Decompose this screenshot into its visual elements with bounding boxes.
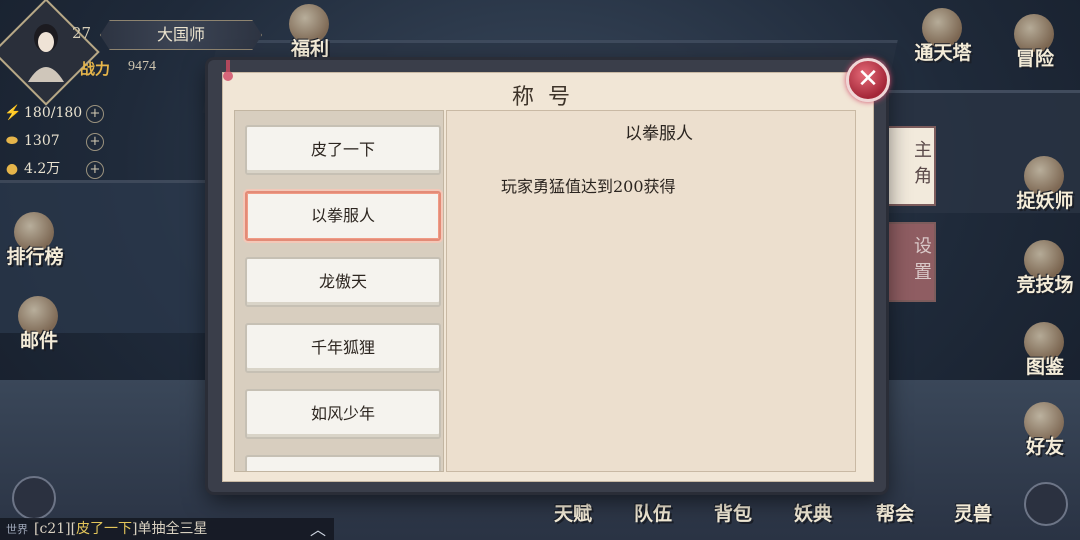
power-value: 9474 (128, 59, 156, 74)
title-detail: 以拳服人 玩家勇猛值达到200获得 (446, 110, 856, 472)
bag-button[interactable]: 背包 (700, 494, 766, 534)
adventure-button[interactable]: 冒险 (1000, 14, 1070, 74)
welfare-button[interactable]: 福利 (275, 4, 345, 64)
friends-label: 好友 (1025, 436, 1064, 458)
spirit-beast-button[interactable]: 灵兽 (940, 494, 1006, 534)
coin-value: 4.2万 (24, 161, 61, 177)
ingot-icon: ⬬ (6, 133, 18, 149)
close-button[interactable]: ✕ (846, 58, 890, 102)
tower-button[interactable]: 通天塔 (908, 8, 978, 68)
team-button[interactable]: 队伍 (620, 494, 686, 534)
demon-book-button[interactable]: 妖典 (780, 494, 846, 534)
title-item[interactable]: 龙傲天 (245, 257, 441, 307)
player-level: 27 (72, 24, 92, 42)
add-ingot-button[interactable]: + (86, 133, 104, 151)
avatar[interactable] (22, 18, 70, 82)
tab-protagonist[interactable]: 主角 (888, 126, 936, 206)
chat-bar[interactable]: 世界 [c21][皮了一下]单抽全三星 (0, 518, 334, 540)
title-item[interactable]: 皮了一下 (245, 125, 441, 175)
tower-label: 通天塔 (914, 42, 972, 64)
chat-message: ]单抽全三星 (132, 521, 208, 537)
codex-button[interactable]: 图鉴 (1010, 322, 1080, 382)
dialog-title: 称号 (511, 85, 584, 110)
title-item[interactable]: 如风少年 (245, 389, 441, 439)
ranking-button[interactable]: 排行榜 (0, 212, 70, 272)
talent-button[interactable]: 天赋 (540, 494, 606, 534)
lightning-icon: ⚡ (4, 105, 22, 121)
chevron-up-icon[interactable]: ︿ (310, 516, 326, 540)
demon-hunter-label: 捉妖师 (1016, 190, 1074, 212)
player-title: 大国师 (100, 20, 262, 50)
home-button[interactable] (12, 476, 56, 520)
title-item-selected[interactable]: 以拳服人 (245, 191, 441, 241)
title-item[interactable]: 千年狐狸 (245, 323, 441, 373)
adventure-label: 冒险 (1015, 48, 1054, 70)
codex-label: 图鉴 (1025, 356, 1064, 378)
chat-user[interactable]: 皮了一下 (76, 521, 132, 537)
coin-icon: ● (5, 161, 19, 177)
mail-label: 邮件 (19, 330, 58, 352)
chat-channel: 世界 (6, 523, 28, 536)
add-coin-button[interactable]: + (86, 161, 104, 179)
ranking-label: 排行榜 (6, 246, 64, 268)
tab-settings[interactable]: 设置 (888, 222, 936, 302)
ingot-value: 1307 (24, 133, 60, 149)
power-label: 战力 (80, 60, 111, 78)
guild-button[interactable]: 帮会 (862, 494, 928, 534)
stamina-value: 180/180 (24, 105, 83, 121)
friends-button[interactable]: 好友 (1010, 402, 1080, 462)
arena-label: 竞技场 (1016, 274, 1074, 296)
title-item[interactable] (245, 455, 441, 471)
detail-description: 玩家勇猛值达到200获得 (501, 177, 676, 196)
menu-toggle-button[interactable] (1024, 482, 1068, 526)
title-list[interactable]: 皮了一下 以拳服人 龙傲天 千年狐狸 如风少年 (234, 110, 444, 472)
demon-hunter-button[interactable]: 捉妖师 (1010, 156, 1080, 216)
arena-button[interactable]: 竞技场 (1010, 240, 1080, 300)
mail-button[interactable]: 邮件 (4, 296, 74, 356)
welfare-label: 福利 (290, 38, 329, 60)
scroll-ornament-icon (223, 60, 233, 81)
chat-prefix: [c21][ (34, 521, 77, 537)
add-stamina-button[interactable]: + (86, 105, 104, 123)
detail-title-name: 以拳服人 (625, 124, 693, 144)
